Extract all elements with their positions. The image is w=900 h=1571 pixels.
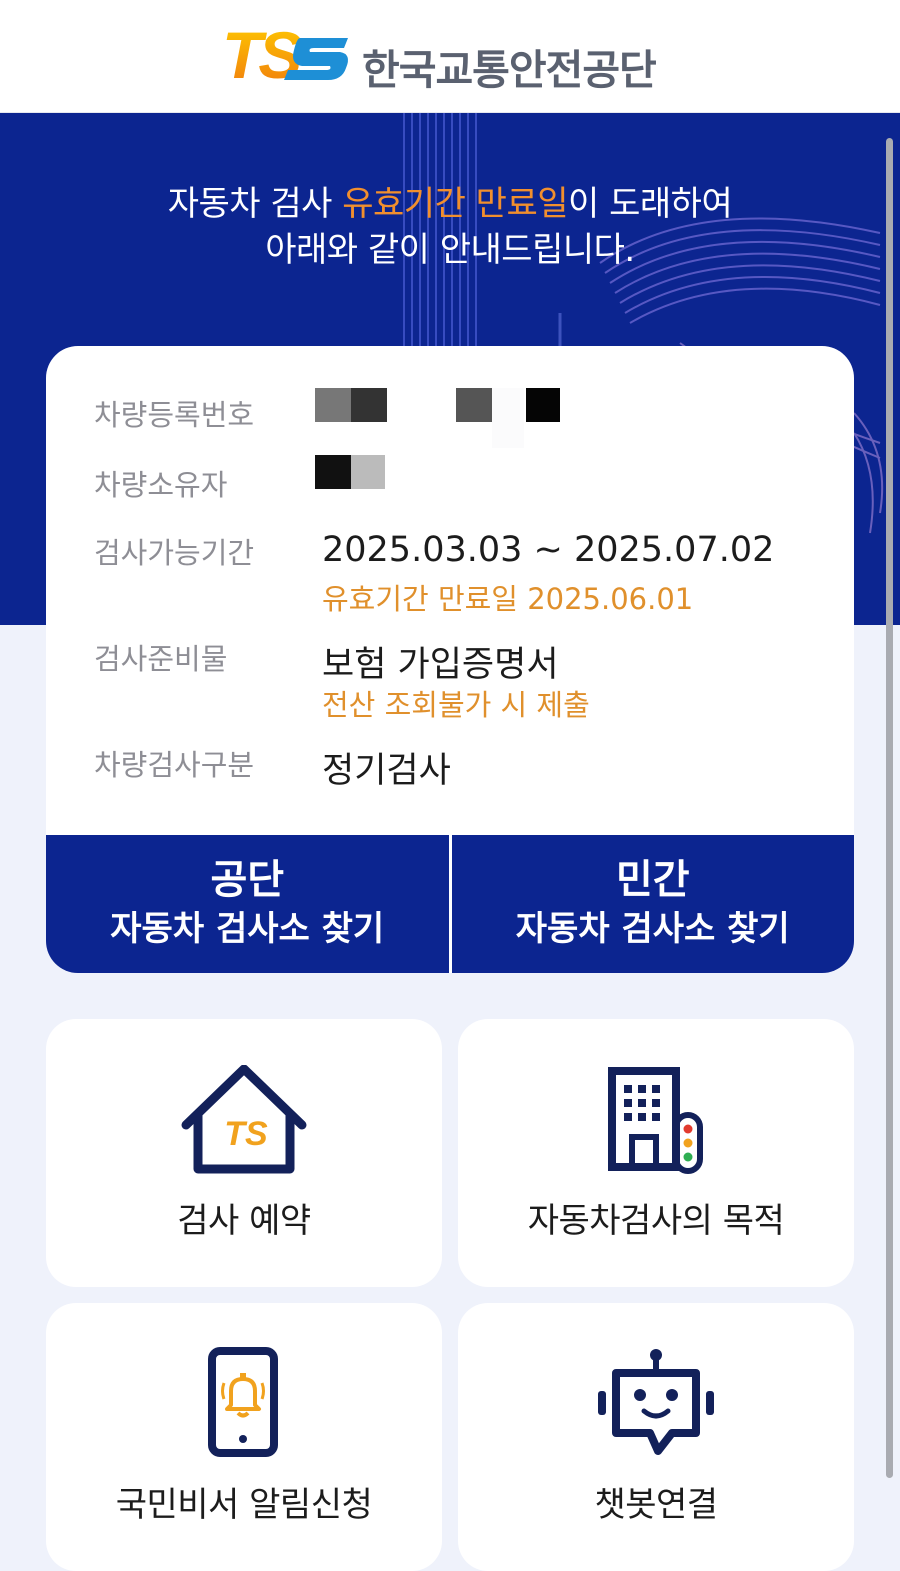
hero-highlight: 유효기간 만료일 [342, 184, 569, 224]
public-button-line-1: 공단 [210, 857, 285, 903]
label-owner: 차량소유자 [94, 468, 228, 502]
value-inspection-period: 2025.03.03 ~ 2025.07.02 [322, 530, 775, 570]
hero-message: 자동차 검사 유효기간 만료일이 도래하여 아래와 같이 안내드립니다. [0, 181, 900, 273]
chatbot-connect-tile[interactable]: 챗봇연결 [458, 1303, 854, 1571]
phone-bell-icon [208, 1347, 278, 1457]
notification-request-tile[interactable]: 국민비서 알림신청 [46, 1303, 442, 1571]
hero-line-1-post: 이 도래하여 [568, 184, 733, 224]
value-preparation: 보험 가입증명서 [322, 645, 559, 685]
hero-line-2: 아래와 같이 안내드립니다. [265, 230, 635, 270]
hero-line-1: 자동차 검사 유효기간 만료일이 도래하여 [0, 181, 900, 227]
hero-line-1-pre: 자동차 검사 [167, 184, 343, 224]
private-button-line-1: 민간 [615, 857, 690, 903]
tile-label-notification: 국민비서 알림신청 [115, 1485, 373, 1525]
org-name: 한국교통안전공단 [362, 46, 657, 94]
tile-label-purpose: 자동차검사의 목적 [527, 1201, 785, 1241]
inspection-purpose-tile[interactable]: 자동차검사의 목적 [458, 1019, 854, 1287]
private-center-search-button[interactable]: 민간 자동차 검사소 찾기 [451, 835, 854, 973]
house-ts-text: TS [224, 1115, 268, 1153]
tile-label-chatbot: 챗봇연결 [594, 1485, 718, 1525]
page-scrollbar[interactable] [886, 138, 893, 1478]
ts-house-icon: TS [181, 1065, 307, 1174]
private-button-line-2: 자동차 검사소 찾기 [515, 909, 790, 949]
value-inspection-type: 정기검사 [322, 751, 451, 791]
label-inspection-type: 차량검사구분 [94, 748, 255, 782]
label-preparation: 검사준비물 [94, 642, 228, 676]
expiry-date-note: 유효기간 만료일 2025.06.01 [322, 582, 694, 616]
tile-label-reservation: 검사 예약 [177, 1201, 311, 1241]
label-inspection-period: 검사가능기간 [94, 536, 255, 570]
robot-icon [598, 1349, 714, 1455]
ts-logo-icon: TS [222, 24, 348, 84]
preparation-note: 전산 조회불가 시 제출 [322, 688, 590, 722]
inspection-center-buttons: 공단 자동차 검사소 찾기 민간 자동차 검사소 찾기 [46, 835, 854, 973]
building-traffic-light-icon [608, 1067, 703, 1174]
label-registration-number: 차량등록번호 [94, 398, 255, 432]
inspection-info-card: 차량등록번호 차량소유자 검사가능기간 2025.03.03 ~ 2025.07… [46, 346, 854, 835]
public-button-line-2: 자동차 검사소 찾기 [110, 909, 385, 949]
inspection-reservation-tile[interactable]: TS 검사 예약 [46, 1019, 442, 1287]
app-header: TS 한국교통안전공단 [0, 0, 900, 113]
public-center-search-button[interactable]: 공단 자동차 검사소 찾기 [46, 835, 449, 973]
